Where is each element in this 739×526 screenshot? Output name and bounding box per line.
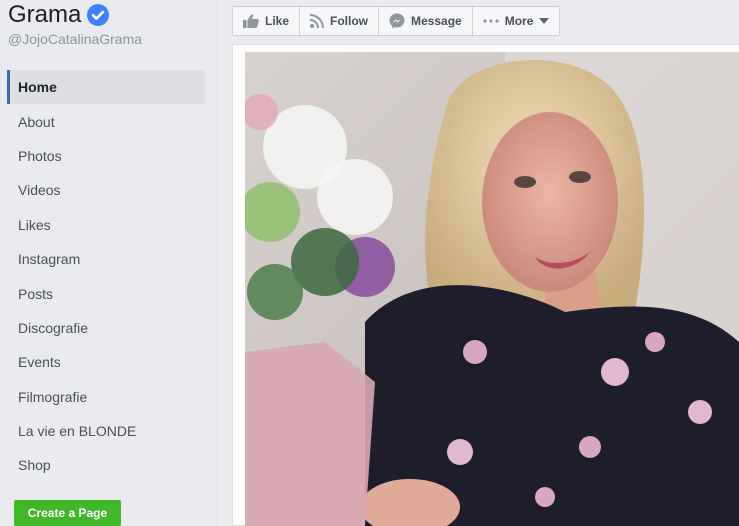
sidebar-item-instagram[interactable]: Instagram <box>7 242 205 276</box>
message-button[interactable]: Message <box>379 7 473 35</box>
sidebar-item-events[interactable]: Events <box>7 345 205 379</box>
sidebar-item-shop[interactable]: Shop <box>7 448 205 482</box>
sidebar-item-videos[interactable]: Videos <box>7 173 205 207</box>
sidebar-item-label: About <box>18 113 55 130</box>
message-label: Message <box>411 14 462 28</box>
rss-icon <box>310 14 325 28</box>
sidebar-item-photos[interactable]: Photos <box>7 139 205 173</box>
like-button[interactable]: Like <box>233 7 301 35</box>
ellipsis-icon <box>483 19 499 23</box>
sidebar-item-label: Likes <box>18 216 51 233</box>
like-label: Like <box>265 14 290 28</box>
thumbs-up-icon <box>243 14 259 28</box>
sidebar-item-label: Photos <box>18 147 62 164</box>
sidebar-item-posts[interactable]: Posts <box>7 276 205 310</box>
create-page-button[interactable]: Create a Page <box>14 500 121 526</box>
page-title[interactable]: Grama <box>8 1 81 29</box>
page-handle[interactable]: @JojoCatalinaGrama <box>8 31 142 47</box>
sidebar-item-label: Home <box>18 79 57 96</box>
more-label: More <box>504 14 534 28</box>
sidebar-item-label: Shop <box>18 457 51 474</box>
sidebar-item-filmografie[interactable]: Filmografie <box>7 380 205 414</box>
follow-button[interactable]: Follow <box>300 7 380 35</box>
sidebar-item-la-vie-en-blonde[interactable]: La vie en BLONDE <box>7 414 205 448</box>
cover-photo-image <box>245 52 739 526</box>
verified-badge-icon <box>87 4 110 26</box>
sidebar-item-likes[interactable]: Likes <box>7 208 205 242</box>
follow-label: Follow <box>330 14 369 28</box>
page-name-row: Grama <box>8 0 110 30</box>
sidebar-nav: Home About Photos Videos Likes Instagram… <box>7 70 205 483</box>
page-action-bar: Like Follow Message More <box>232 6 561 36</box>
sidebar-item-label: Videos <box>18 182 61 199</box>
sidebar-item-about[interactable]: About <box>7 104 205 138</box>
sidebar-item-label: Instagram <box>18 251 81 268</box>
more-button[interactable]: More <box>472 7 560 35</box>
sidebar-item-home[interactable]: Home <box>7 70 205 105</box>
sidebar-item-discografie[interactable]: Discografie <box>7 311 205 345</box>
sidebar-item-label: Posts <box>18 285 54 302</box>
cover-photo[interactable] <box>245 52 739 526</box>
sidebar-item-label: Filmografie <box>18 388 88 405</box>
messenger-icon <box>389 13 405 29</box>
sidebar: Grama @JojoCatalinaGrama Home About Phot… <box>0 0 218 526</box>
sidebar-item-label: La vie en BLONDE <box>18 423 137 440</box>
sidebar-item-label: Events <box>18 354 61 371</box>
chevron-down-icon <box>539 18 550 24</box>
page: Grama @JojoCatalinaGrama Home About Phot… <box>0 0 739 526</box>
sidebar-item-label: Discografie <box>18 319 89 336</box>
